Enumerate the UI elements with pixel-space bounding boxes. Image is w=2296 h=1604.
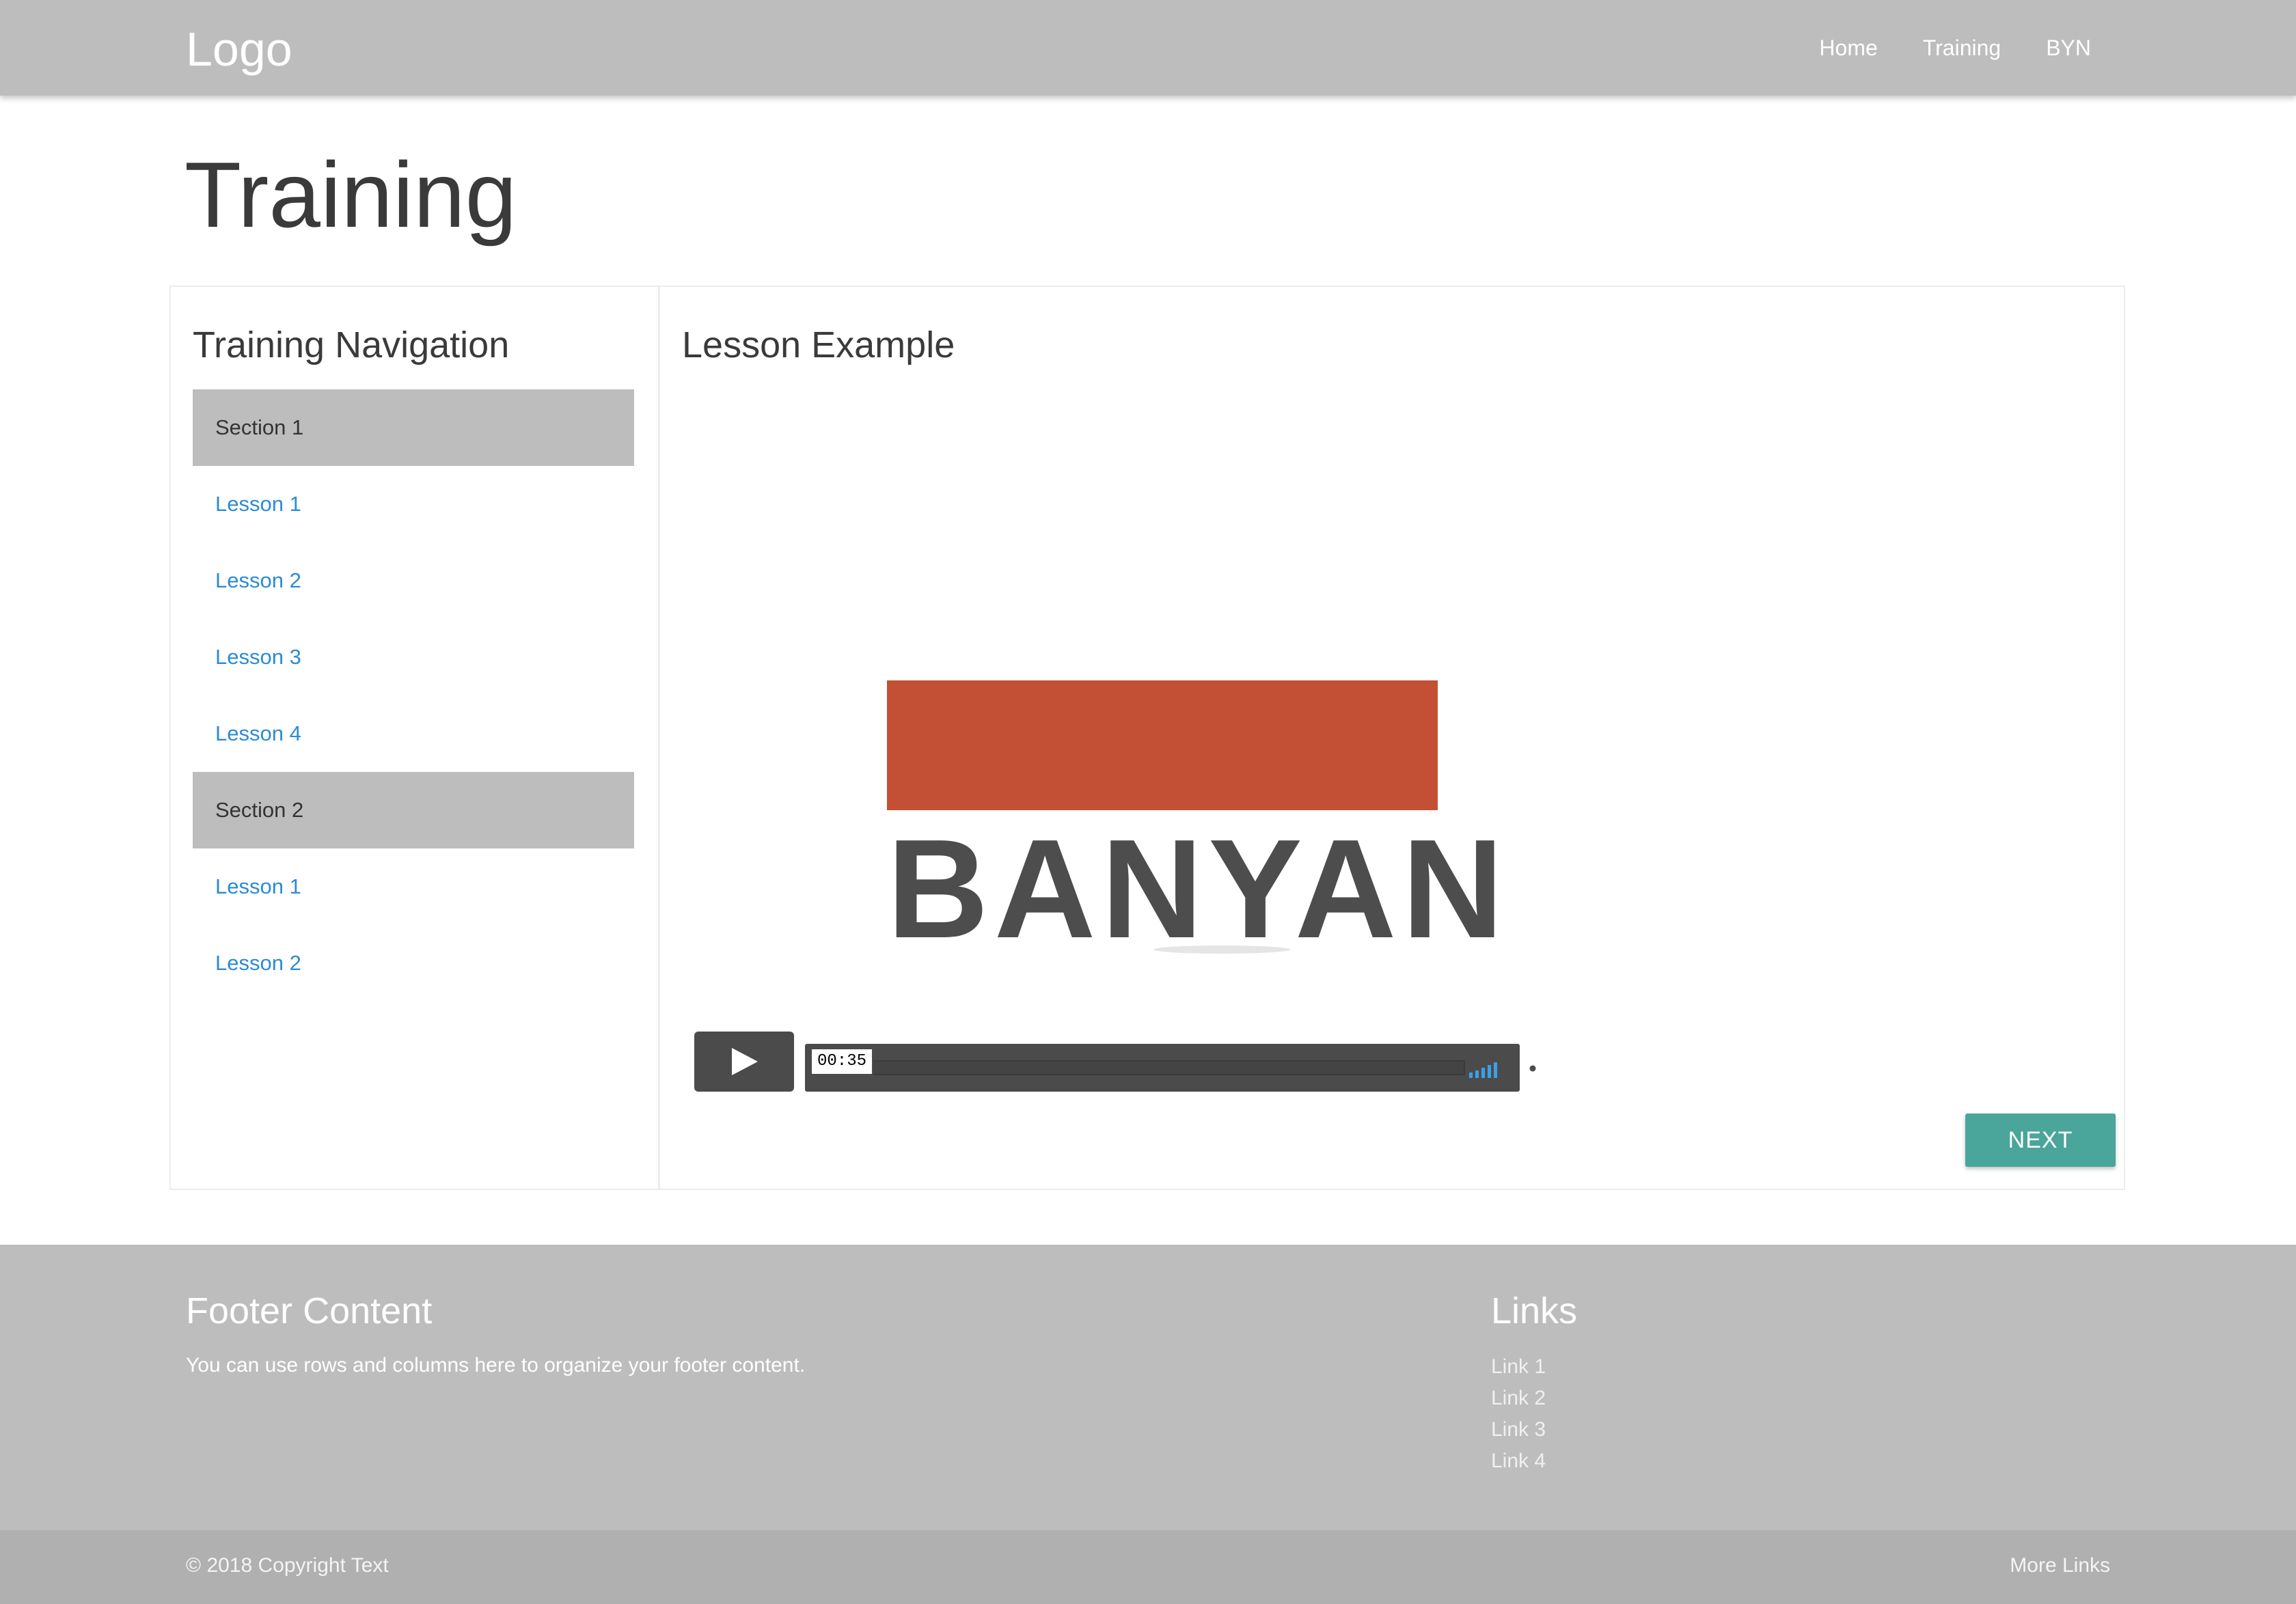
logo-wordmark: BANYAN <box>887 810 1509 967</box>
progress-bar[interactable]: 00:35 <box>810 1048 1465 1075</box>
video-player[interactable]: BANYAN 00:35 <box>694 463 1581 1153</box>
lesson-link[interactable]: Lesson 2 <box>193 542 634 619</box>
footer-links-title: Links <box>1491 1290 1578 1331</box>
footer-link[interactable]: Link 3 <box>1491 1414 1546 1446</box>
nav-link-training[interactable]: Training <box>1923 36 2001 61</box>
footer-link[interactable]: Link 1 <box>1491 1351 1546 1383</box>
training-navigation-panel: Training Navigation Section 1 Lesson 1 L… <box>171 287 660 1189</box>
lesson-link[interactable]: Lesson 2 <box>193 925 634 1001</box>
lesson-link[interactable]: Lesson 3 <box>193 619 634 695</box>
footer-title: Footer Content <box>186 1290 433 1331</box>
play-icon <box>732 1048 758 1075</box>
volume-icon[interactable] <box>1469 1059 1507 1078</box>
footer-link[interactable]: Link 4 <box>1491 1446 1546 1477</box>
top-navbar: Logo Home Training BYN <box>0 0 2296 96</box>
video-controls: 00:35 <box>694 1032 1581 1092</box>
logo[interactable]: Logo <box>186 15 292 83</box>
fullscreen-icon[interactable] <box>1561 1057 1581 1078</box>
training-card: Training Navigation Section 1 Lesson 1 L… <box>169 286 2125 1190</box>
lesson-panel: Lesson Example BANYAN 00:35 NEXT <box>660 287 2124 1189</box>
lesson-link[interactable]: Lesson 4 <box>193 695 634 772</box>
time-tooltip: 00:35 <box>810 1048 874 1075</box>
copyright-bar: © 2018 Copyright Text More Links <box>0 1530 2296 1604</box>
logo-bar <box>887 680 1438 810</box>
footer-link[interactable]: Link 2 <box>1491 1383 1546 1414</box>
next-button[interactable]: NEXT <box>1965 1114 2116 1167</box>
footer-links-list: Link 1 Link 2 Link 3 Link 4 <box>1491 1351 1546 1477</box>
section-item[interactable]: Section 2 <box>193 772 634 848</box>
banyan-logo: BANYAN <box>887 680 1509 967</box>
more-links-link[interactable]: More Links <box>2010 1530 2110 1601</box>
nav-link-home[interactable]: Home <box>1819 36 1877 61</box>
control-bar: 00:35 <box>805 1044 1581 1092</box>
lesson-link[interactable]: Lesson 1 <box>193 848 634 925</box>
section-item[interactable]: Section 1 <box>193 389 634 466</box>
lesson-title: Lesson Example <box>682 324 955 365</box>
footer: Footer Content You can use rows and colu… <box>0 1245 2296 1530</box>
training-navigation-title: Training Navigation <box>193 324 510 365</box>
page-title: Training <box>184 143 517 247</box>
play-button[interactable] <box>694 1032 794 1092</box>
main-nav: Home Training BYN <box>1774 0 2091 96</box>
training-navigation-list: Section 1 Lesson 1 Lesson 2 Lesson 3 Les… <box>193 389 634 1001</box>
footer-text: You can use rows and columns here to org… <box>186 1354 806 1377</box>
nav-link-byn[interactable]: BYN <box>2046 36 2091 61</box>
gear-icon[interactable] <box>1521 1057 1544 1080</box>
copyright-text: © 2018 Copyright Text <box>186 1554 389 1577</box>
logo-shadow <box>1153 945 1290 954</box>
lesson-link[interactable]: Lesson 1 <box>193 466 634 542</box>
